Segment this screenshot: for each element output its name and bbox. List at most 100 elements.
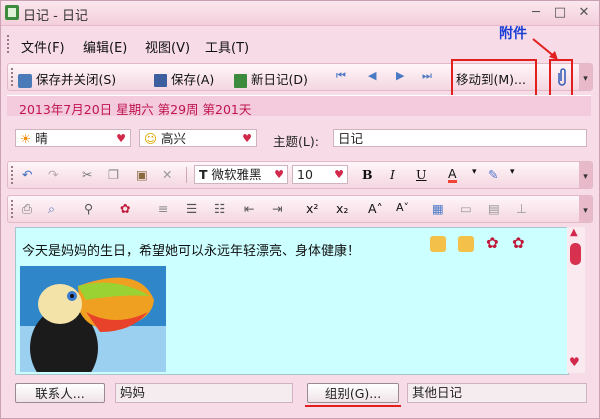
cut-icon[interactable]: ✂ (82, 167, 92, 182)
mood-value: 高兴 (161, 131, 187, 146)
redo-icon[interactable]: ↷ (48, 167, 58, 182)
print-preview-icon[interactable]: ⌕ (48, 201, 55, 217)
grow-font-icon[interactable]: A˄ (368, 201, 383, 216)
chevron-down-icon[interactable]: ▾ (510, 167, 515, 177)
font-color-icon[interactable]: A (448, 167, 457, 183)
indent-icon[interactable]: ⇥ (272, 201, 282, 216)
floppy-icon (154, 74, 167, 87)
heart-dropdown-icon[interactable]: ♥ (116, 130, 126, 148)
scroll-down-icon[interactable]: ♥ (569, 355, 580, 369)
diary-window: 日记 - 日记 ─ □ ✕ 文件(F) 编辑(E) 视图(V) 工具(T) 保存… (0, 0, 600, 419)
font-size-value: 10 (297, 167, 313, 182)
chevron-down-icon[interactable]: ▾ (472, 167, 477, 177)
prev-page-icon[interactable]: ◀ (368, 69, 376, 82)
new-diary-icon (234, 73, 247, 88)
save-button[interactable]: 保存(A) (154, 69, 214, 88)
rose-icon: ✿ (512, 234, 525, 252)
bullet-list-icon[interactable]: ☰ (186, 201, 197, 216)
image-icon[interactable]: ▭ (460, 201, 472, 216)
menu-grip[interactable] (7, 35, 12, 53)
weather-value: 晴 (35, 131, 48, 146)
save-close-button[interactable]: 保存并关闭(S) (18, 69, 116, 88)
subject-label: 主题(L): (273, 134, 319, 149)
separator (186, 167, 187, 183)
toolbar-grip[interactable] (11, 166, 16, 184)
subject-input[interactable]: 日记 (333, 129, 587, 147)
menu-tools[interactable]: 工具(T) (205, 37, 249, 56)
superscript-icon[interactable]: x² (306, 201, 318, 216)
menu-file[interactable]: 文件(F) (21, 37, 65, 56)
sun-icon: ☀ (20, 131, 32, 146)
mood-select[interactable]: ☺ 高兴 ♥ (139, 129, 257, 147)
group-button[interactable]: 组别(G)... (307, 383, 399, 403)
bold-icon[interactable]: B (362, 167, 373, 182)
scroll-up-icon[interactable]: ▲ (570, 227, 578, 238)
toolbar-overflow-icon[interactable]: ▾ (579, 196, 592, 222)
first-page-icon[interactable]: ⏮ (336, 69, 346, 83)
window-title: 日记 - 日记 (23, 9, 88, 24)
new-diary-label: 新日记(D) (250, 72, 308, 87)
numbered-list-icon[interactable]: ☷ (214, 201, 225, 216)
find-icon[interactable]: ⚲ (84, 201, 93, 216)
subscript-icon[interactable]: x₂ (336, 201, 348, 216)
menu-view[interactable]: 视图(V) (145, 37, 190, 56)
font-select[interactable]: T 微软雅黑 ♥ (194, 165, 288, 184)
save-close-label: 保存并关闭(S) (35, 72, 117, 87)
shrink-font-icon[interactable]: A˅ (396, 201, 409, 214)
date-bar: 2013年7月20日 星期六 第29周 第201天 (7, 95, 591, 117)
date-line: 2013年7月20日 星期六 第29周 第201天 (19, 102, 252, 117)
cake-icon (458, 236, 474, 252)
save-label: 保存(A) (170, 72, 215, 87)
maximize-icon[interactable]: □ (551, 4, 569, 21)
diary-editor[interactable]: 今天是妈妈的生日，希望她可以永远年轻漂亮、身体健康！ ✿ ✿ (15, 227, 569, 375)
hr-icon[interactable]: ▤ (488, 201, 500, 216)
menu-edit[interactable]: 编辑(E) (83, 37, 127, 56)
minimize-icon[interactable]: ─ (527, 4, 545, 21)
font-icon: T (199, 167, 208, 182)
heart-dropdown-icon[interactable]: ♥ (242, 130, 252, 148)
toolbar-grip[interactable] (11, 200, 16, 218)
contact-field[interactable]: 妈妈 (115, 383, 293, 403)
copy-icon[interactable]: ❐ (108, 167, 119, 182)
app-icon (5, 5, 19, 20)
format-toolbar: ↶ ↷ ✂ ❐ ▣ ✕ T 微软雅黑 ♥ 10 ♥ B I U A ▾ ✎ ▾ … (7, 161, 593, 189)
attachment-annotation: 附件 (499, 26, 527, 42)
annotation-arrow (532, 38, 558, 60)
heart-dropdown-icon[interactable]: ♥ (274, 166, 284, 184)
toolbar-overflow-icon[interactable]: ▾ (579, 64, 592, 90)
diary-body-text: 今天是妈妈的生日，希望她可以永远年轻漂亮、身体健康！ (22, 244, 361, 259)
weather-select[interactable]: ☀ 晴 ♥ (15, 129, 131, 147)
attachment-highlight (549, 59, 573, 97)
group-underline (305, 405, 401, 407)
rose-icon[interactable]: ✿ (120, 201, 130, 216)
close-icon[interactable]: ✕ (575, 4, 593, 21)
underline-icon[interactable]: U (416, 167, 427, 182)
last-page-icon[interactable]: ⏭ (422, 69, 432, 83)
vertical-scrollbar[interactable]: ▲ ♥ (567, 227, 585, 373)
highlight-icon[interactable]: ✎ (488, 167, 498, 182)
cake-icon (430, 236, 446, 252)
paste-icon[interactable]: ▣ (136, 167, 148, 182)
new-diary-button[interactable]: 新日记(D) (234, 69, 308, 88)
print-icon[interactable]: ⎙ (22, 201, 32, 217)
align-icon[interactable]: ≡ (158, 201, 168, 216)
font-value: 微软雅黑 (211, 167, 262, 182)
scroll-thumb[interactable] (570, 243, 581, 265)
toolbar-grip[interactable] (11, 68, 16, 86)
save-close-icon (18, 73, 32, 88)
undo-icon[interactable]: ↶ (22, 167, 32, 182)
next-page-icon[interactable]: ▶ (396, 69, 404, 82)
rose-icon: ✿ (486, 234, 499, 252)
delete-icon[interactable]: ✕ (162, 167, 172, 182)
font-size-select[interactable]: 10 ♥ (292, 165, 348, 184)
table-icon[interactable]: ▦ (432, 201, 444, 216)
italic-icon[interactable]: I (390, 167, 395, 182)
heart-dropdown-icon[interactable]: ♥ (334, 166, 344, 184)
group-field[interactable]: 其他日记 (407, 383, 587, 403)
smiley-icon: ☺ (144, 131, 158, 146)
toolbar-overflow-icon[interactable]: ▾ (579, 162, 592, 188)
toucan-image (20, 266, 166, 372)
tree-icon[interactable]: ⊥ (516, 201, 527, 216)
outdent-icon[interactable]: ⇤ (244, 201, 254, 216)
contacts-button[interactable]: 联系人... (15, 383, 105, 403)
